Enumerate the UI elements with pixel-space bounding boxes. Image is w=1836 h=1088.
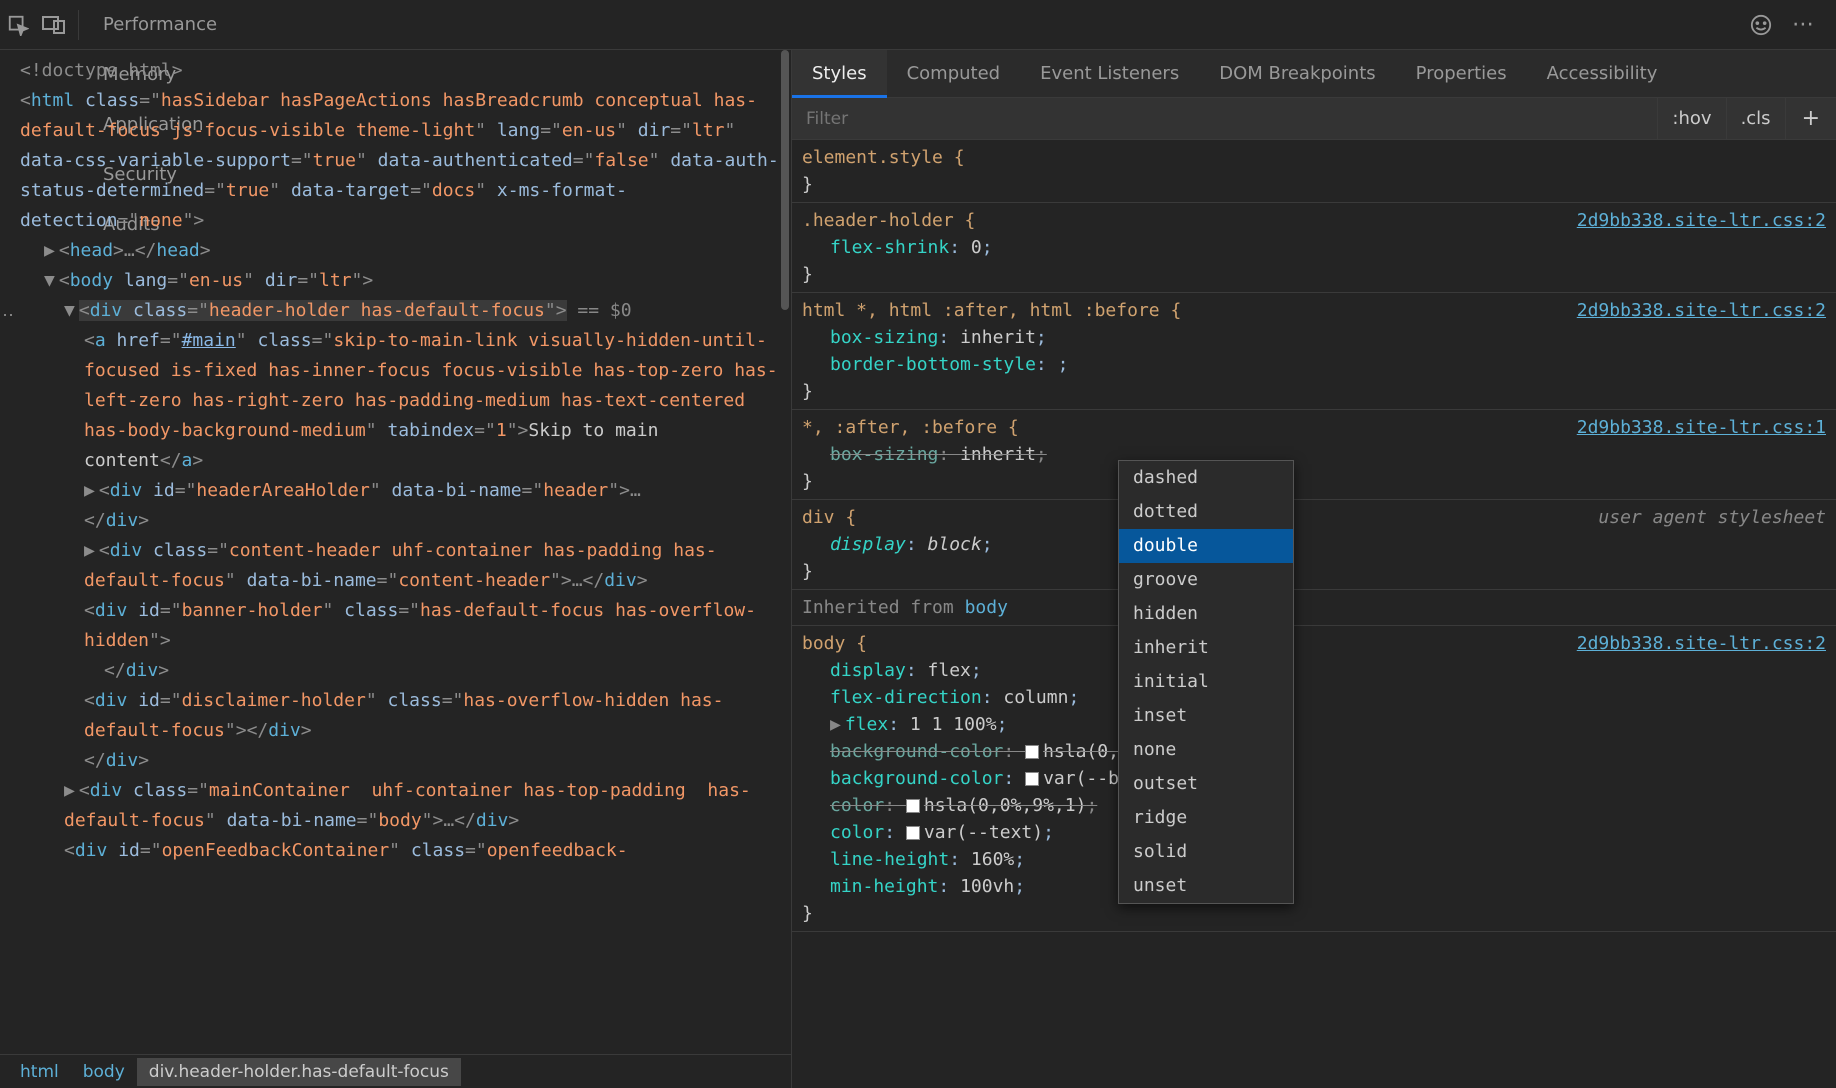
crumb[interactable]: div.header-holder.has-default-focus [137,1058,461,1086]
css-rule[interactable]: 2d9bb338.site-ltr.css:2html *, html :aft… [792,293,1836,410]
css-property[interactable]: ▶flex: 1 1 100%; [802,711,1826,738]
dom-line[interactable]: </div> [8,506,783,536]
css-property[interactable]: flex-shrink: 0; [802,234,1826,261]
device-icon[interactable] [36,0,72,50]
css-property[interactable]: background-color: var(--body-background)… [802,765,1826,792]
autocomplete-option[interactable]: ridge [1119,801,1293,835]
autocomplete-option[interactable]: double [1119,529,1293,563]
devtools-toolbar: ElementsConsoleSourcesNetworkPerformance… [0,0,1836,50]
source-link[interactable]: 2d9bb338.site-ltr.css:2 [1577,207,1826,234]
autocomplete-option[interactable]: initial [1119,665,1293,699]
tab-performance[interactable]: Performance [85,0,235,50]
autocomplete-option[interactable]: inherit [1119,631,1293,665]
dom-line[interactable]: </div> [8,656,783,686]
source-link[interactable]: 2d9bb338.site-ltr.css:2 [1577,630,1826,657]
css-property[interactable]: color: var(--text); [802,819,1826,846]
sidebar-tabs: StylesComputedEvent ListenersDOM Breakpo… [792,50,1836,98]
subtab-dom-breakpoints[interactable]: DOM Breakpoints [1199,50,1395,98]
source-link[interactable]: 2d9bb338.site-ltr.css:2 [1577,297,1826,324]
css-property[interactable]: border-bottom-style: ; [802,351,1826,378]
css-property[interactable]: display: block; [802,531,1826,558]
css-rule[interactable]: 2d9bb338.site-ltr.css:2body {display: fl… [792,626,1836,932]
autocomplete-popup[interactable]: dasheddotteddoublegroovehiddeninheritini… [1118,460,1294,904]
subtab-computed[interactable]: Computed [887,50,1021,98]
dom-line[interactable]: <div id="banner-holder" class="has-defau… [8,596,783,656]
autocomplete-option[interactable]: dashed [1119,461,1293,495]
css-property[interactable]: display: flex; [802,657,1826,684]
inspect-icon[interactable] [0,0,36,50]
scrollbar[interactable] [779,50,791,1054]
dom-line[interactable]: <a href="#main" class="skip-to-main-link… [8,326,783,476]
autocomplete-option[interactable]: unset [1119,869,1293,903]
dom-line[interactable]: ▶<head>…</head> [8,236,783,266]
filter-input[interactable] [792,109,1657,129]
css-property[interactable]: line-height: 160%; [802,846,1826,873]
dom-tree[interactable]: ‥ <!doctype html><html class="hasSidebar… [0,50,791,1054]
autocomplete-option[interactable]: groove [1119,563,1293,597]
breadcrumb[interactable]: htmlbodydiv.header-holder.has-default-fo… [0,1054,791,1088]
kebab-icon[interactable]: ⋯ [1792,12,1816,37]
crumb[interactable]: body [71,1058,137,1086]
hov-toggle[interactable]: :hov [1657,98,1725,140]
dom-line[interactable]: ▼<body lang="en-us" dir="ltr"> [8,266,783,296]
styles-panel: StylesComputedEvent ListenersDOM Breakpo… [792,50,1836,1088]
dom-line[interactable]: ▶<div class="mainContainer uhf-container… [8,776,783,836]
css-property[interactable]: min-height: 100vh; [802,873,1826,900]
autocomplete-option[interactable]: hidden [1119,597,1293,631]
elements-panel: ‥ <!doctype html><html class="hasSidebar… [0,50,792,1088]
source-link[interactable]: user agent stylesheet [1598,504,1826,531]
autocomplete-option[interactable]: dotted [1119,495,1293,529]
css-rule[interactable]: 2d9bb338.site-ltr.css:1*, :after, :befor… [792,410,1836,500]
inherited-from: Inherited from body [792,590,1836,626]
smiley-icon[interactable] [1750,14,1772,36]
subtab-event-listeners[interactable]: Event Listeners [1020,50,1199,98]
new-rule-button[interactable]: + [1785,98,1836,140]
css-rule[interactable]: 2d9bb338.site-ltr.css:2.header-holder {f… [792,203,1836,293]
subtab-properties[interactable]: Properties [1396,50,1527,98]
css-property[interactable]: background-color: hsla(0,0%,…,.999); [802,738,1826,765]
cls-toggle[interactable]: .cls [1726,98,1785,140]
source-link[interactable]: 2d9bb338.site-ltr.css:1 [1577,414,1826,441]
css-rule[interactable]: user agent stylesheetdiv {display: block… [792,500,1836,590]
autocomplete-option[interactable]: solid [1119,835,1293,869]
styles-rules[interactable]: element.style {}2d9bb338.site-ltr.css:2.… [792,140,1836,1088]
css-property[interactable]: flex-direction: column; [802,684,1826,711]
gutter-dots: ‥ [2,296,14,326]
autocomplete-option[interactable]: outset [1119,767,1293,801]
crumb[interactable]: html [8,1058,71,1086]
css-property[interactable]: box-sizing: inherit; [802,441,1826,468]
divider [78,10,79,40]
dom-line[interactable]: <div id="disclaimer-holder" class="has-o… [8,686,783,746]
dom-line[interactable]: </div> [8,746,783,776]
autocomplete-option[interactable]: none [1119,733,1293,767]
dom-line[interactable]: <html class="hasSidebar hasPageActions h… [8,86,783,236]
subtab-accessibility[interactable]: Accessibility [1527,50,1678,98]
dom-line[interactable]: ▶<div class="content-header uhf-containe… [8,536,783,596]
dom-line[interactable]: <div id="openFeedbackContainer" class="o… [8,836,783,866]
css-rule[interactable]: element.style {} [792,140,1836,203]
dom-line[interactable]: ▼<div class="header-holder has-default-f… [8,296,783,326]
css-property[interactable]: box-sizing: inherit; [802,324,1826,351]
dom-line[interactable]: ▶<div id="headerAreaHolder" data-bi-name… [8,476,783,506]
dom-line[interactable]: <!doctype html> [8,56,783,86]
filter-bar: :hov .cls + [792,98,1836,140]
css-property[interactable]: color: hsla(0,0%,9%,1); [802,792,1826,819]
subtab-styles[interactable]: Styles [792,50,887,98]
autocomplete-option[interactable]: inset [1119,699,1293,733]
